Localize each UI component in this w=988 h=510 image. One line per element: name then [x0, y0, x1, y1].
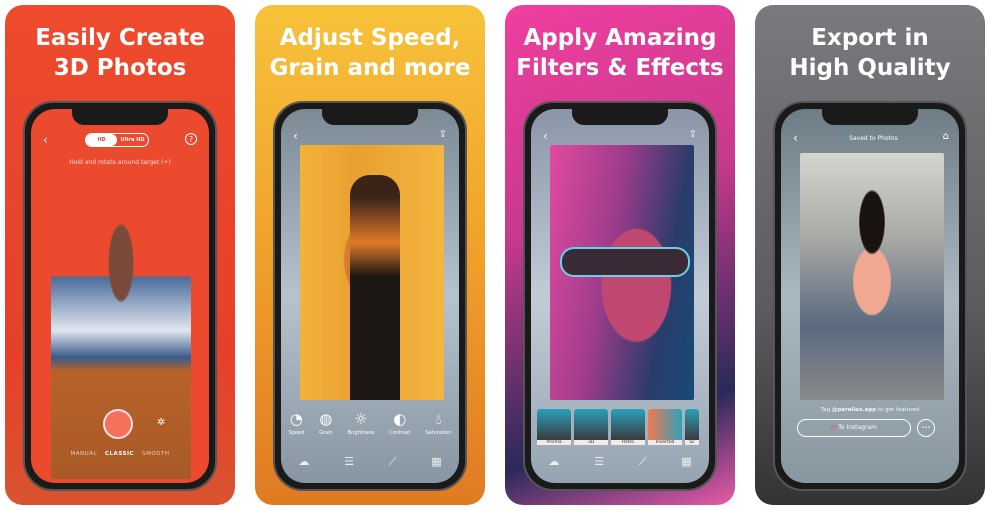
contrast-icon: ◐ — [393, 410, 407, 428]
share-icon[interactable]: ⇪ — [689, 129, 697, 140]
screen: ‹ ✔ Saved to Photos ⌂ Tag @parallax.app … — [781, 109, 959, 483]
texture-icon[interactable]: ▦ — [681, 455, 691, 469]
headline: Adjust Speed, Grain and more — [269, 25, 471, 81]
bottom-toolbar: ☁ ☰ ⟋ ▦ — [531, 455, 709, 469]
panel-adjust: Adjust Speed, Grain and more ‹ ⇪ ◔ Speed … — [255, 5, 485, 505]
sun-icon: ☼ — [354, 410, 368, 428]
tool-contrast[interactable]: ◐ Contrast — [389, 411, 410, 436]
filter-prisma[interactable]: Prisma — [537, 409, 571, 445]
saved-status: ✔ Saved to Photos — [842, 135, 898, 142]
check-icon: ✔ — [842, 135, 848, 142]
screen: ‹ ⇪ ◔ Speed ◍ Grain ☼ Brightness ◐ Contrast … — [281, 109, 459, 483]
panel-export: Export in High Quality ‹ ✔ Saved to Phot… — [755, 5, 985, 505]
quality-toggle[interactable]: HD Ultra HD — [85, 133, 149, 147]
help-icon[interactable]: ? — [185, 133, 197, 145]
tool-grain[interactable]: ◍ Grain — [319, 411, 333, 436]
screen: ‹ HD Ultra HD ? Hold and rotate around t… — [31, 109, 209, 483]
tag-text: Tag @parallax.app to get featured — [820, 407, 920, 413]
toggle-ultra-hd[interactable]: Ultra HD — [117, 134, 148, 146]
effects-icon[interactable]: ☁ — [298, 455, 309, 469]
back-icon[interactable]: ‹ — [793, 131, 798, 145]
share-icon[interactable]: ⇪ — [439, 129, 447, 140]
filter-retro[interactable]: Retro — [611, 409, 645, 445]
back-icon[interactable]: ‹ — [43, 133, 48, 147]
filter-strip: Prisma 3D Retro Inverted Sc — [537, 409, 699, 445]
capture-button[interactable] — [103, 409, 133, 439]
mode-smooth[interactable]: SMOOTH — [142, 451, 169, 457]
home-icon[interactable]: ⌂ — [943, 131, 949, 142]
edited-photo — [300, 145, 444, 400]
adjustment-tools: ◔ Speed ◍ Grain ☼ Brightness ◐ Contrast 💧︎ Sa… — [281, 411, 459, 436]
texture-icon[interactable]: ▦ — [431, 455, 441, 469]
drop-icon: 💧︎ — [435, 410, 442, 428]
toggle-hd[interactable]: HD — [86, 134, 117, 146]
bottom-toolbar: ☁ ☰ ⟋ ▦ — [281, 455, 459, 469]
hint-text: Hold and rotate around target (+) — [69, 159, 171, 166]
notch — [72, 109, 168, 125]
magic-wand-icon[interactable]: ⟋ — [639, 455, 647, 469]
headline: Apply Amazing Filters & Effects — [516, 25, 724, 81]
panel-create-3d: Easily Create 3D Photos ‹ HD Ultra HD ? … — [5, 5, 235, 505]
back-icon[interactable]: ‹ — [293, 129, 298, 143]
screen: ‹ ⇪ Prisma 3D Retro Inverted Sc ☁ ☰ ⟋ ▦ — [531, 109, 709, 483]
stabilizer-icon[interactable]: ✲ — [157, 417, 165, 428]
mode-manual[interactable]: MANUAL — [71, 451, 97, 457]
adjust-icon[interactable]: ☰ — [344, 455, 354, 469]
back-icon[interactable]: ‹ — [543, 129, 548, 143]
magic-wand-icon[interactable]: ⟋ — [389, 455, 397, 469]
more-button[interactable]: ••• — [917, 419, 935, 437]
mode-classic[interactable]: CLASSIC — [105, 451, 134, 457]
effects-icon[interactable]: ☁ — [548, 455, 559, 469]
tool-saturation[interactable]: 💧︎ Saturation — [425, 411, 451, 436]
tool-brightness[interactable]: ☼ Brightness — [348, 411, 375, 436]
instagram-icon: ◎ — [831, 424, 837, 431]
headline: Export in High Quality — [789, 25, 951, 81]
filter-partial[interactable]: Sc — [685, 409, 699, 445]
grain-icon: ◍ — [319, 410, 333, 428]
filter-inverted[interactable]: Inverted — [648, 409, 682, 445]
exported-photo — [800, 153, 944, 400]
phone-frame: ‹ ⇪ ◔ Speed ◍ Grain ☼ Brightness ◐ Contrast … — [273, 101, 467, 491]
filter-3d[interactable]: 3D — [574, 409, 608, 445]
phone-frame: ‹ HD Ultra HD ? Hold and rotate around t… — [23, 101, 217, 491]
adjust-icon[interactable]: ☰ — [594, 455, 604, 469]
to-instagram-button[interactable]: ◎ To Instagram — [797, 419, 911, 437]
notch — [572, 109, 668, 125]
tag-handle-link[interactable]: @parallax.app — [832, 407, 876, 413]
speedometer-icon: ◔ — [289, 410, 303, 428]
phone-frame: ‹ ⇪ Prisma 3D Retro Inverted Sc ☁ ☰ ⟋ ▦ — [523, 101, 717, 491]
mode-selector[interactable]: MANUAL CLASSIC SMOOTH — [31, 451, 209, 457]
panel-filters: Apply Amazing Filters & Effects ‹ ⇪ Pris… — [505, 5, 735, 505]
tool-speed[interactable]: ◔ Speed — [288, 411, 304, 436]
notch — [822, 109, 918, 125]
phone-frame: ‹ ✔ Saved to Photos ⌂ Tag @parallax.app … — [773, 101, 967, 491]
notch — [322, 109, 418, 125]
filtered-photo — [550, 145, 694, 400]
headline: Easily Create 3D Photos — [35, 25, 205, 81]
